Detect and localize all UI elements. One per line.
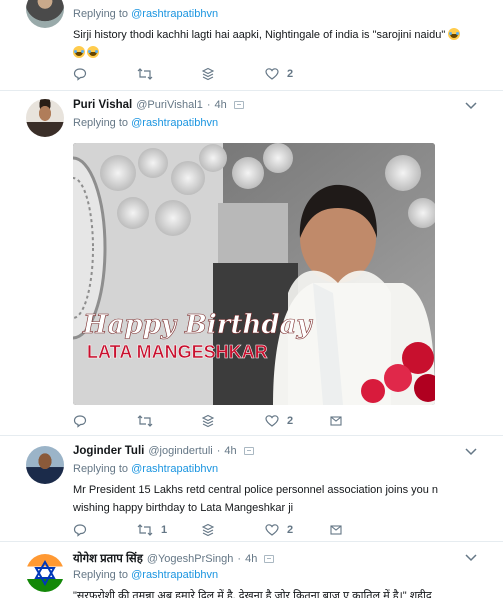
direct-message-icon bbox=[201, 523, 215, 537]
retweet-icon bbox=[137, 524, 153, 536]
like-button[interactable]: 2 bbox=[265, 66, 293, 82]
replying-to-link[interactable]: @rashtrapatibhvn bbox=[131, 117, 218, 129]
reply-button[interactable] bbox=[73, 66, 87, 82]
direct-message-icon bbox=[201, 67, 215, 81]
joy-emoji-icon bbox=[73, 46, 85, 58]
message-icon bbox=[330, 416, 342, 426]
direct-message-button[interactable] bbox=[201, 413, 215, 429]
tweet-actions: 1 2 bbox=[73, 522, 342, 538]
avatar[interactable] bbox=[26, 0, 64, 28]
tweet-1[interactable]: Replying to @rashtrapatibhvn Sirji histo… bbox=[0, 0, 503, 91]
tweet-header: Puri Vishal @PuriVishal1 · 4h bbox=[73, 99, 473, 111]
avatar[interactable] bbox=[26, 554, 64, 592]
heart-icon bbox=[265, 524, 279, 536]
display-name[interactable]: Joginder Tuli bbox=[73, 445, 144, 457]
reply-button[interactable] bbox=[73, 522, 87, 538]
message-icon bbox=[330, 525, 342, 535]
joy-emoji-icon bbox=[87, 46, 99, 58]
more-actions-icon-button[interactable] bbox=[329, 522, 343, 538]
star-of-david-icon bbox=[34, 559, 56, 587]
more-actions-icon-button[interactable] bbox=[329, 413, 343, 429]
heart-icon bbox=[265, 415, 279, 427]
tweet-actions: 2 bbox=[73, 413, 342, 429]
card-icon bbox=[243, 447, 254, 455]
avatar[interactable] bbox=[26, 446, 64, 484]
tweet-3[interactable]: Joginder Tuli @jogindertuli · 4h Replyin… bbox=[0, 436, 503, 542]
replying-to-link[interactable]: @rashtrapatibhvn bbox=[131, 569, 218, 581]
birthday-photo: Happy Birthday LATA MANGESHKAR bbox=[73, 143, 435, 405]
replying-to: Replying to @rashtrapatibhvn bbox=[73, 117, 219, 129]
retweet-button[interactable] bbox=[137, 66, 153, 82]
tweet-text: Sirji history thodi kachhi lagti hai aap… bbox=[73, 26, 477, 62]
user-handle[interactable]: @YogeshPrSingh bbox=[147, 553, 234, 565]
display-name[interactable]: Puri Vishal bbox=[73, 99, 132, 111]
direct-message-button[interactable] bbox=[201, 66, 215, 82]
tweet-4[interactable]: योगेश प्रताप सिंह @YogeshPrSingh · 4h Re… bbox=[0, 542, 503, 598]
replying-to-link[interactable]: @rashtrapatibhvn bbox=[131, 463, 218, 475]
like-count: 2 bbox=[287, 415, 294, 427]
replying-to: Replying to @rashtrapatibhvn bbox=[73, 463, 219, 475]
image-caption-line2: LATA MANGESHKAR bbox=[87, 342, 268, 362]
timestamp[interactable]: 4h bbox=[215, 99, 227, 111]
card-icon bbox=[233, 101, 244, 109]
reply-icon bbox=[73, 68, 87, 81]
tweet-text-line2: wishing happy birthday to Lata Mangeshka… bbox=[73, 502, 294, 514]
like-count: 2 bbox=[287, 524, 294, 536]
tweet-text-line1: Mr President 15 Lakhs retd central polic… bbox=[73, 484, 439, 496]
tweet-header: Joginder Tuli @jogindertuli · 4h bbox=[73, 445, 473, 457]
tweet-text: "सरफरोशी की तमन्ना अब हमारे दिल में है, … bbox=[73, 590, 432, 598]
separator-dot: · bbox=[216, 445, 221, 457]
direct-message-button[interactable] bbox=[201, 522, 215, 538]
caret-down-icon[interactable] bbox=[465, 102, 477, 110]
replying-to: Replying to @rashtrapatibhvn bbox=[73, 569, 219, 581]
caret-down-icon[interactable] bbox=[465, 448, 477, 456]
user-handle[interactable]: @PuriVishal1 bbox=[136, 99, 203, 111]
reply-icon bbox=[73, 524, 87, 537]
timestamp[interactable]: 4h bbox=[224, 445, 236, 457]
separator-dot: · bbox=[206, 99, 211, 111]
tweet-2[interactable]: Puri Vishal @PuriVishal1 · 4h Replying t… bbox=[0, 91, 503, 436]
heart-icon bbox=[265, 68, 279, 80]
display-name[interactable]: योगेश प्रताप सिंह bbox=[73, 551, 143, 566]
like-count: 2 bbox=[287, 68, 294, 80]
avatar[interactable] bbox=[26, 99, 64, 137]
tweet-actions: 2 bbox=[73, 66, 333, 82]
retweet-icon bbox=[137, 415, 153, 427]
direct-message-icon bbox=[201, 414, 215, 428]
caret-down-icon[interactable] bbox=[465, 554, 477, 562]
retweet-button[interactable] bbox=[137, 413, 153, 429]
reply-icon bbox=[73, 415, 87, 428]
retweet-icon bbox=[137, 68, 153, 80]
retweet-count: 1 bbox=[161, 524, 168, 536]
retweet-button[interactable]: 1 bbox=[137, 522, 167, 538]
joy-emoji-icon bbox=[448, 28, 461, 40]
separator-dot: · bbox=[237, 552, 242, 565]
like-button[interactable]: 2 bbox=[265, 413, 293, 429]
timestamp[interactable]: 4h bbox=[245, 553, 257, 565]
tweet-image[interactable]: Happy Birthday LATA MANGESHKAR bbox=[73, 143, 435, 405]
image-caption-line1: Happy Birthday bbox=[82, 310, 313, 340]
user-handle[interactable]: @jogindertuli bbox=[148, 445, 212, 457]
tweet-header: योगेश प्रताप सिंह @YogeshPrSingh · 4h bbox=[73, 551, 473, 566]
reply-button[interactable] bbox=[73, 413, 87, 429]
like-button[interactable]: 2 bbox=[265, 522, 293, 538]
replying-to: Replying to @rashtrapatibhvn bbox=[73, 8, 219, 20]
card-icon bbox=[264, 554, 275, 563]
replying-to-link[interactable]: @rashtrapatibhvn bbox=[131, 8, 218, 20]
tweet-text: Mr President 15 Lakhs retd central polic… bbox=[73, 481, 477, 517]
